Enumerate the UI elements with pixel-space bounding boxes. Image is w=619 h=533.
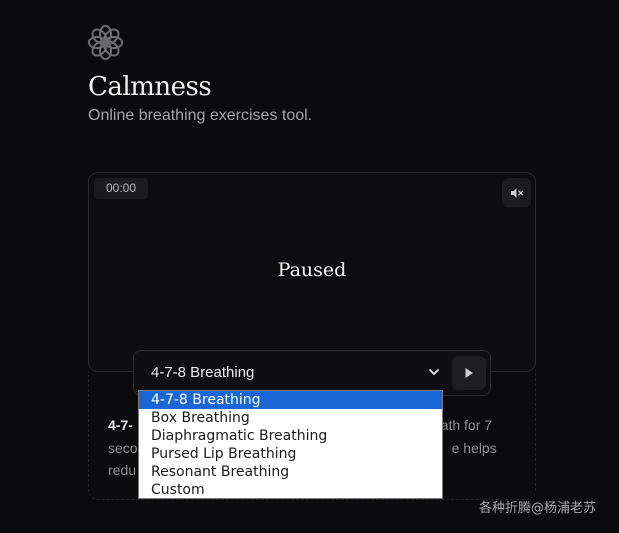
mute-button[interactable] — [502, 178, 531, 207]
description-line-2-end: e helps — [451, 439, 497, 456]
volume-mute-icon — [510, 187, 523, 198]
watermark: 各种折腾@杨浦老苏 — [479, 501, 597, 516]
dropdown-option-478[interactable]: 4-7-8 Breathing — [139, 391, 442, 409]
page-subtitle: Online breathing exercises tool. — [88, 107, 313, 124]
dropdown-option-pursed-lip[interactable]: Pursed Lip Breathing — [139, 445, 442, 463]
dropdown-option-resonant[interactable]: Resonant Breathing — [139, 463, 442, 481]
play-button[interactable] — [452, 356, 486, 390]
timer-display: 00:00 — [94, 178, 148, 199]
dropdown-option-diaphragmatic[interactable]: Diaphragmatic Breathing — [139, 427, 442, 445]
description-line-3-start: redu — [108, 462, 137, 478]
dropdown-option-custom[interactable]: Custom — [139, 481, 442, 499]
description-line-2-start: seco — [108, 439, 138, 456]
dropdown-option-box[interactable]: Box Breathing — [139, 409, 442, 427]
page: Calmness Online breathing exercises tool… — [0, 0, 619, 533]
flower-icon — [87, 24, 124, 61]
exercise-select[interactable]: 4-7-8 Breathing — [151, 364, 254, 381]
chevron-down-icon[interactable] — [428, 367, 440, 377]
description-bold-start: 4-7- — [108, 417, 133, 433]
play-icon — [465, 368, 473, 378]
exercise-dropdown-list: 4-7-8 Breathing Box Breathing Diaphragma… — [138, 390, 443, 499]
breathing-player: 00:00 Paused — [88, 172, 536, 372]
page-title: Calmness — [88, 72, 212, 102]
player-status: Paused — [277, 259, 347, 281]
